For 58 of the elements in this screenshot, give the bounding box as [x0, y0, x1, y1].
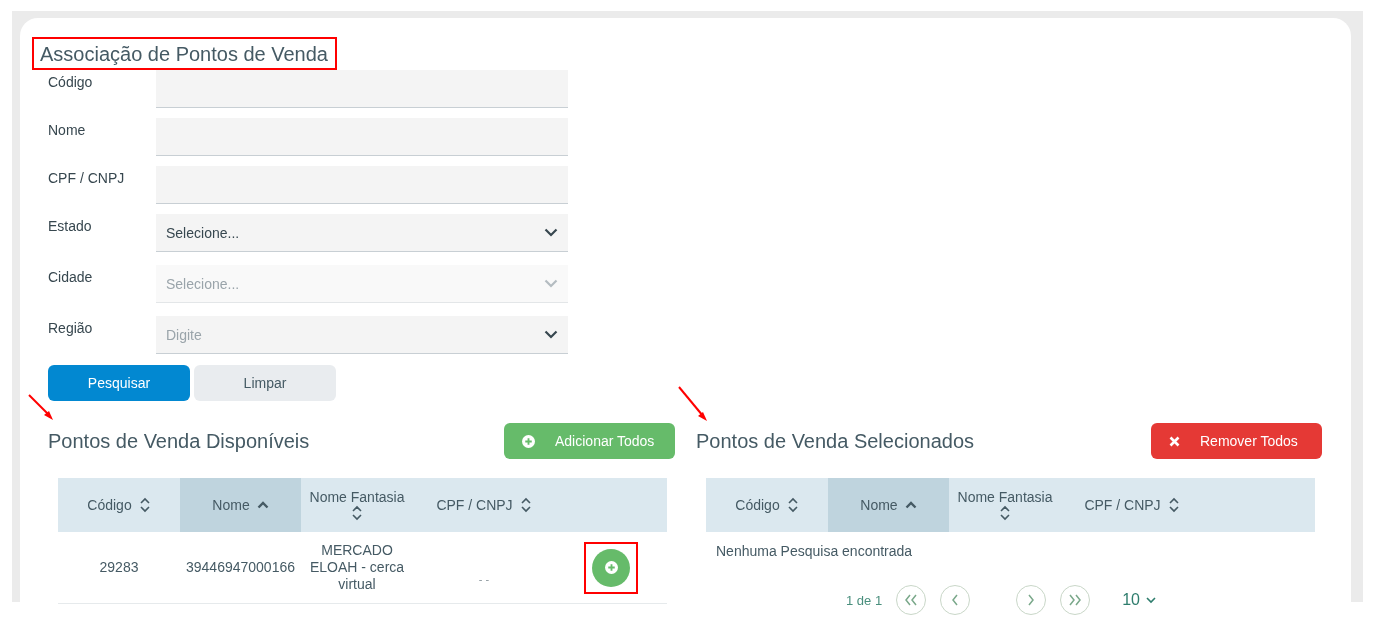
sort-ascending-icon: [904, 501, 917, 509]
clear-button[interactable]: Limpar: [194, 365, 336, 401]
annotation-arrow: [28, 394, 53, 420]
add-row-button[interactable]: [592, 548, 630, 587]
plus-circle-icon: [604, 561, 618, 574]
chevron-down-icon: [1145, 596, 1156, 604]
column-header[interactable]: Código: [58, 478, 180, 532]
empty-message: Nenhuma Pesquisa encontrada: [716, 543, 914, 559]
section-title: Pontos de Venda Selecionados: [696, 429, 974, 453]
sort-icon: [786, 497, 799, 513]
sort-icon: [1167, 497, 1180, 513]
double-chevron-left-icon: [904, 594, 919, 606]
column-header[interactable]: CPF / CNPJ: [413, 478, 555, 532]
field-label: Cidade: [48, 268, 94, 285]
column-header[interactable]: Nome Fantasia: [949, 478, 1061, 532]
column-header[interactable]: Nome: [828, 478, 949, 532]
table-cell: 29283: [58, 532, 180, 604]
page-size-select[interactable]: 10: [1122, 591, 1156, 609]
search-button[interactable]: Pesquisar: [48, 365, 190, 401]
column-header[interactable]: Nome: [180, 478, 301, 532]
first-page-button[interactable]: [896, 585, 927, 615]
select-field[interactable]: Selecione...: [156, 214, 568, 252]
next-page-button[interactable]: [1016, 585, 1047, 615]
table-cell: MERCADO ELOAH - cerca virtual: [301, 532, 413, 604]
close-icon: [1169, 435, 1180, 447]
annotation-box: [584, 541, 638, 594]
remove-all-button[interactable]: Remover Todos: [1151, 423, 1322, 459]
sort-icon: [351, 505, 363, 521]
chevron-right-icon: [1027, 594, 1036, 606]
text-field[interactable]: [156, 70, 568, 108]
text-field[interactable]: [156, 118, 568, 156]
chevron-down-icon: [544, 228, 558, 237]
sort-icon: [519, 497, 532, 513]
column-header[interactable]: Código: [706, 478, 828, 532]
sort-ascending-icon: [256, 501, 269, 509]
field-label: CPF / CNPJ: [48, 169, 126, 186]
field-label: Código: [48, 73, 94, 90]
plus-circle-icon: [522, 434, 535, 448]
section-title: Pontos de Venda Disponíveis: [48, 429, 310, 453]
column-header[interactable]: Nome Fantasia: [301, 478, 413, 532]
text-field[interactable]: [156, 166, 568, 204]
chevron-down-icon: [544, 279, 558, 288]
table-cell: - -: [413, 532, 555, 604]
chevron-left-icon: [951, 594, 960, 606]
annotation-arrow: [678, 386, 707, 421]
table-cell: 39446947000166: [180, 532, 301, 604]
field-label: Nome: [48, 121, 87, 138]
sort-icon: [999, 505, 1011, 521]
field-label: Região: [48, 319, 94, 336]
field-label: Estado: [48, 217, 93, 234]
double-chevron-right-icon: [1068, 594, 1083, 606]
sort-icon: [138, 497, 151, 513]
chevron-down-icon: [544, 330, 558, 339]
column-header[interactable]: CPF / CNPJ: [1061, 478, 1203, 532]
previous-page-button[interactable]: [940, 585, 971, 615]
last-page-button[interactable]: [1060, 585, 1091, 615]
page-title: Associação de Pontos de Venda: [40, 42, 328, 66]
page-status: 1 de 1: [846, 592, 883, 608]
